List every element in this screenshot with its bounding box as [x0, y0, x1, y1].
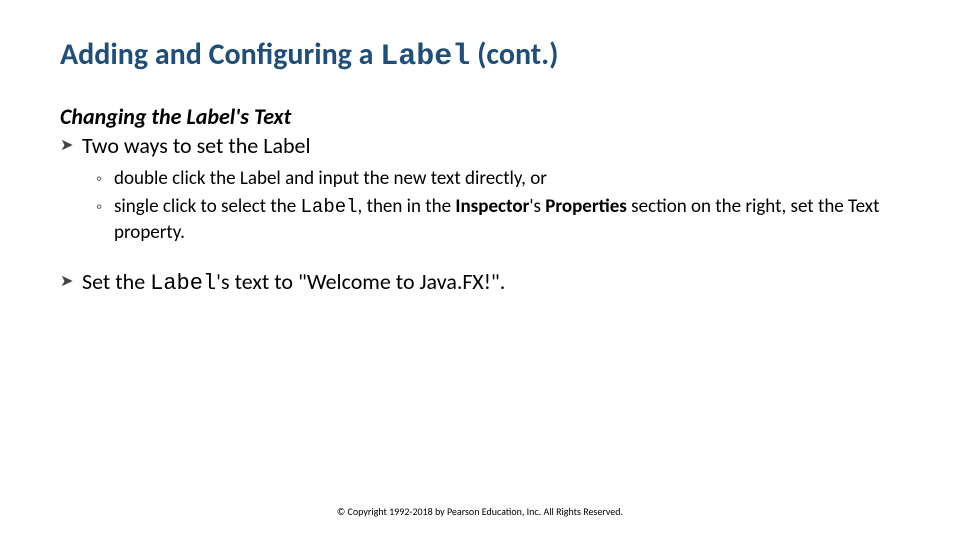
sub-bullet-group: ◦ double click the Label and input the n… — [96, 166, 900, 246]
title-pre: Adding and Configuring a — [60, 36, 380, 73]
bullet2-text: Set the Label's text to "Welcome to Java… — [82, 268, 900, 298]
sub2-t1: single click to select the — [114, 195, 301, 218]
sub2-t2: , then in the — [358, 195, 456, 218]
bullet-marker-icon: ➤ — [60, 132, 82, 160]
sub2-code: Label — [301, 196, 358, 218]
sub2-t3: 's — [529, 195, 545, 218]
copyright-text: © Copyright 1992-2018 by Pearson Educati… — [0, 505, 960, 518]
sub2-bold1: Inspector — [455, 195, 529, 218]
section-subheading: Changing the Label's Text — [60, 103, 900, 130]
sub-bullet-marker-icon: ◦ — [96, 166, 114, 192]
bullet2-code: Label — [150, 271, 216, 296]
bullet2-t2: 's text to "Welcome to Java.FX!". — [216, 268, 505, 295]
sub2-text: single click to select the Label, then i… — [114, 194, 900, 246]
sub2-bold2: Properties — [545, 195, 627, 218]
bullet-level2: ◦ double click the Label and input the n… — [96, 166, 900, 192]
title-code: Label — [380, 40, 470, 74]
sub1-text: double click the Label and input the new… — [114, 166, 900, 192]
title-post: (cont.) — [470, 36, 558, 73]
sub-bullet-marker-icon: ◦ — [96, 194, 114, 220]
slide: Adding and Configuring a Label (cont.) C… — [0, 0, 960, 540]
bullet-level1: ➤ Two ways to set the Label — [60, 132, 900, 160]
bullet2-t1: Set the — [82, 268, 150, 295]
slide-title: Adding and Configuring a Label (cont.) — [60, 38, 900, 75]
bullet-marker-icon: ➤ — [60, 268, 82, 296]
bullet-level2: ◦ single click to select the Label, then… — [96, 194, 900, 246]
bullet-level1: ➤ Set the Label's text to "Welcome to Ja… — [60, 268, 900, 298]
bullet1-text: Two ways to set the Label — [82, 132, 900, 160]
